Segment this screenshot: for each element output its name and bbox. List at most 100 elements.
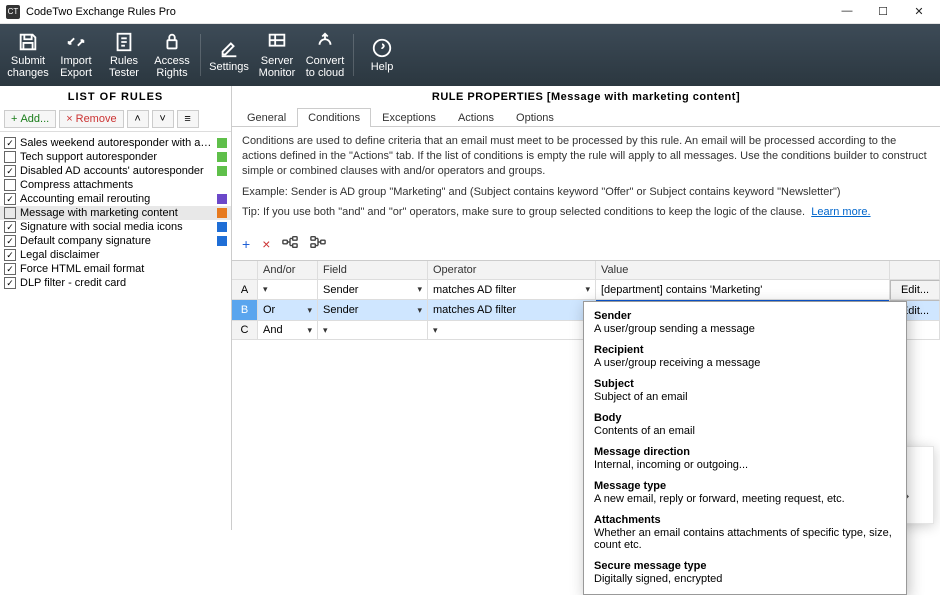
toolbar-convert-to-cloud[interactable]: Convert to cloud xyxy=(303,30,347,80)
ungroup-button[interactable] xyxy=(310,235,326,252)
tab-exceptions[interactable]: Exceptions xyxy=(371,108,447,127)
move-down-button[interactable]: ˅ xyxy=(152,110,174,128)
rule-name: DLP filter - credit card xyxy=(20,277,213,289)
rule-checkbox[interactable]: ✓ xyxy=(4,165,16,177)
rule-row[interactable]: ✓ Force HTML email format xyxy=(0,262,231,276)
field-select[interactable]: Sender xyxy=(318,300,428,321)
dropdown-item[interactable]: Message directionInternal, incoming or o… xyxy=(584,442,906,476)
grid-header xyxy=(232,261,258,280)
rule-checkbox[interactable] xyxy=(4,207,16,219)
toolbar-server-monitor[interactable]: Server Monitor xyxy=(255,30,299,80)
rule-checkbox[interactable] xyxy=(4,151,16,163)
rule-color-swatch xyxy=(217,208,227,218)
rule-color-swatch xyxy=(217,250,227,260)
value-cell[interactable]: [department] contains 'Marketing' xyxy=(596,280,890,300)
rule-name: Force HTML email format xyxy=(20,263,213,275)
rule-color-swatch xyxy=(217,152,227,162)
field-select[interactable]: Sender xyxy=(318,280,428,300)
learn-more-link[interactable]: Learn more. xyxy=(811,206,870,218)
edit-button[interactable]: Edit... xyxy=(890,280,940,300)
rule-row[interactable]: ✓ Accounting email rerouting xyxy=(0,192,231,206)
remove-rule-button[interactable]: ×Remove xyxy=(59,110,123,128)
rule-properties-heading: RULE PROPERTIES [Message with marketing … xyxy=(232,86,940,107)
move-up-button[interactable]: ˄ xyxy=(127,110,149,128)
toolbar-rules-tester[interactable]: Rules Tester xyxy=(102,30,146,80)
field-dropdown: SenderA user/group sending a messageReci… xyxy=(583,301,907,595)
tab-actions[interactable]: Actions xyxy=(447,108,505,127)
tabs: GeneralConditionsExceptionsActionsOption… xyxy=(232,107,940,127)
rule-row[interactable]: ✓ DLP filter - credit card xyxy=(0,276,231,290)
rule-row[interactable]: ✓ Default company signature xyxy=(0,234,231,248)
conditions-description: Conditions are used to define criteria t… xyxy=(242,134,930,179)
rule-checkbox[interactable]: ✓ xyxy=(4,137,16,149)
group-button[interactable] xyxy=(282,235,298,252)
rule-row[interactable]: ✓ Disabled AD accounts' autoresponder xyxy=(0,164,231,178)
row-label: B xyxy=(232,300,258,321)
rule-checkbox[interactable]: ✓ xyxy=(4,249,16,261)
grid-header: And/or xyxy=(258,261,318,280)
dropdown-item[interactable]: Secure message typeDigitally signed, enc… xyxy=(584,556,906,590)
minimize-button[interactable]: ― xyxy=(838,5,856,18)
rule-name: Disabled AD accounts' autoresponder xyxy=(20,165,213,177)
rule-name: Compress attachments xyxy=(20,179,213,191)
add-rule-button[interactable]: +Add... xyxy=(4,110,56,128)
rule-checkbox[interactable]: ✓ xyxy=(4,277,16,289)
toolbar-access-rights[interactable]: Access Rights xyxy=(150,30,194,80)
toolbar-import-export[interactable]: Import Export xyxy=(54,30,98,80)
rule-color-swatch xyxy=(217,264,227,274)
rule-row[interactable]: Tech support autoresponder xyxy=(0,150,231,164)
conditions-tip: Tip: If you use both "and" and "or" oper… xyxy=(242,205,930,220)
andor-select[interactable] xyxy=(258,280,318,300)
grid-header: Value xyxy=(596,261,890,280)
rule-row[interactable]: Message with marketing content xyxy=(0,206,231,220)
operator-select[interactable]: matches AD filter xyxy=(428,280,596,300)
rule-name: Default company signature xyxy=(20,235,213,247)
rule-color-swatch xyxy=(217,166,227,176)
rule-name: Accounting email rerouting xyxy=(20,193,213,205)
toolbar-help[interactable]: Help xyxy=(360,30,404,80)
grid-header xyxy=(890,261,940,280)
rule-checkbox[interactable]: ✓ xyxy=(4,221,16,233)
rule-row[interactable]: ✓Signature with social media icons xyxy=(0,220,231,234)
dropdown-item[interactable]: Message typeA new email, reply or forwar… xyxy=(584,476,906,510)
rule-checkbox[interactable]: ✓ xyxy=(4,193,16,205)
operator-select[interactable]: matches AD filter xyxy=(428,300,596,321)
toolbar-submit-changes[interactable]: Submit changes xyxy=(6,30,50,80)
dropdown-item[interactable]: SenderA user/group sending a message xyxy=(584,306,906,340)
list-of-rules-heading: LIST OF RULES xyxy=(0,86,231,107)
app-title: CodeTwo Exchange Rules Pro xyxy=(26,6,838,18)
dropdown-item[interactable]: AttachmentsWhether an email contains att… xyxy=(584,510,906,556)
rule-checkbox[interactable]: ✓ xyxy=(4,263,16,275)
field-select[interactable] xyxy=(318,321,428,340)
rule-row[interactable]: ✓ Sales weekend autoresponder with attach… xyxy=(0,136,231,150)
dropdown-item[interactable]: RecipientA user/group receiving a messag… xyxy=(584,340,906,374)
rule-color-swatch xyxy=(217,222,227,232)
andor-select[interactable]: And xyxy=(258,321,318,340)
rule-name: Tech support autoresponder xyxy=(20,151,213,163)
operator-select[interactable] xyxy=(428,321,596,340)
rule-name: Sales weekend autoresponder with attachm… xyxy=(20,137,213,149)
add-condition-button[interactable]: + xyxy=(242,236,250,252)
toolbar-settings[interactable]: Settings xyxy=(207,30,251,80)
andor-select[interactable]: Or xyxy=(258,300,318,321)
rule-row[interactable]: Compress attachments xyxy=(0,178,231,192)
rule-color-swatch xyxy=(217,278,227,288)
close-button[interactable]: ✕ xyxy=(910,5,928,18)
tab-general[interactable]: General xyxy=(236,108,297,127)
rule-color-swatch xyxy=(217,194,227,204)
list-view-button[interactable]: ≡ xyxy=(177,110,199,128)
dropdown-item[interactable]: BodyContents of an email xyxy=(584,408,906,442)
maximize-button[interactable]: ☐ xyxy=(874,5,892,18)
main-toolbar: Submit changesImport ExportRules TesterA… xyxy=(0,24,940,86)
tab-conditions[interactable]: Conditions xyxy=(297,108,371,127)
rule-row[interactable]: ✓Legal disclaimer xyxy=(0,248,231,262)
grid-header: Field xyxy=(318,261,428,280)
tab-options[interactable]: Options xyxy=(505,108,565,127)
rule-list: ✓ Sales weekend autoresponder with attach… xyxy=(0,132,231,530)
dropdown-item[interactable]: SubjectSubject of an email xyxy=(584,374,906,408)
rule-color-swatch xyxy=(217,236,227,246)
rule-checkbox[interactable] xyxy=(4,179,16,191)
conditions-example: Example: Sender is AD group "Marketing" … xyxy=(242,185,930,200)
rule-checkbox[interactable]: ✓ xyxy=(4,235,16,247)
remove-condition-button[interactable]: × xyxy=(262,236,270,252)
